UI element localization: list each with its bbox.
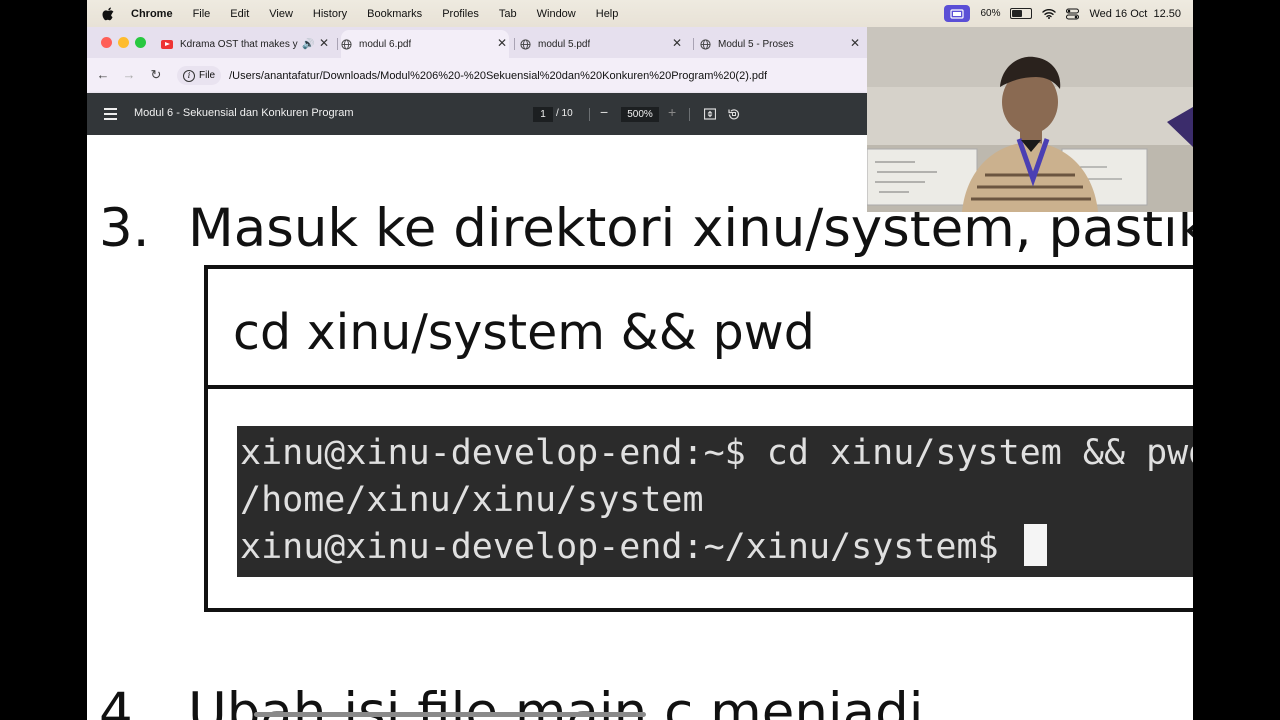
- tab-title: modul 6.pdf: [359, 38, 412, 50]
- youtube-icon: [161, 39, 173, 49]
- reload-icon[interactable]: ↻: [148, 68, 164, 82]
- menubar-clock[interactable]: Wed 16 Oct 12.50: [1089, 8, 1181, 20]
- pdf-toolbar: Modul 6 - Sekuensial dan Konkuren Progra…: [87, 93, 867, 135]
- globe-icon: [520, 38, 531, 50]
- tab-strip: Kdrama OST that makes y 🔊 ✕ modul 6.pdf …: [87, 27, 867, 58]
- tab-divider: [514, 38, 515, 50]
- address-bar[interactable]: i File /Users/anantafatur/Downloads/Modu…: [177, 64, 865, 87]
- tab-kdrama[interactable]: Kdrama OST that makes y 🔊 ✕: [161, 30, 331, 58]
- menu-bookmarks[interactable]: Bookmarks: [367, 8, 422, 20]
- page-total: / 10: [556, 108, 573, 119]
- tab-close-icon[interactable]: ✕: [848, 36, 862, 50]
- menu-tab[interactable]: Tab: [499, 8, 517, 20]
- browser-toolbar: ← → ↻ i File /Users/anantafatur/Download…: [87, 58, 867, 93]
- menu-icon[interactable]: [104, 108, 117, 123]
- command-text: cd xinu/system && pwd: [233, 304, 815, 361]
- globe-icon: [700, 38, 711, 50]
- webcam-video: [867, 27, 1193, 212]
- horizontal-scrollbar[interactable]: [254, 712, 646, 717]
- tab-close-icon[interactable]: ✕: [495, 36, 509, 50]
- pdf-title: Modul 6 - Sekuensial dan Konkuren Progra…: [134, 107, 354, 119]
- tab-close-icon[interactable]: ✕: [317, 36, 331, 50]
- terminal-screenshot: xinu@xinu-develop-end:~$ cd xinu/system …: [237, 426, 1193, 577]
- zoom-in-icon[interactable]: +: [668, 104, 676, 120]
- toolbar-divider: [589, 108, 590, 121]
- battery-icon[interactable]: [1010, 8, 1033, 19]
- menu-bar: Chrome File Edit View History Bookmarks …: [87, 0, 1193, 27]
- zoom-out-icon[interactable]: −: [600, 104, 608, 120]
- window-minimize-button[interactable]: [118, 37, 129, 48]
- terminal-line: /home/xinu/xinu/system: [240, 480, 704, 520]
- globe-icon: [341, 38, 352, 50]
- battery-percent: 60%: [980, 8, 1001, 19]
- info-icon: i: [183, 69, 195, 82]
- terminal-line: xinu@xinu-develop-end:~$ cd xinu/system …: [240, 433, 1193, 473]
- tab-divider: [693, 38, 694, 50]
- zoom-level-input[interactable]: 500%: [621, 107, 659, 122]
- command-box: cd xinu/system && pwd xinu@xinu-develop-…: [204, 265, 1193, 612]
- menu-edit[interactable]: Edit: [230, 8, 249, 20]
- pdf-page[interactable]: 3. Masuk ke direktori xinu/system, pastik…: [87, 135, 1193, 720]
- forward-icon[interactable]: →: [121, 68, 137, 82]
- tab-title: Modul 5 - Proses: [718, 38, 794, 50]
- site-info-chip[interactable]: i File: [177, 66, 222, 85]
- terminal-cursor: [1023, 524, 1047, 566]
- menu-profiles[interactable]: Profiles: [442, 8, 479, 20]
- tab-title: Kdrama OST that makes y: [180, 38, 298, 50]
- terminal-line: xinu@xinu-develop-end:~/xinu/system$: [240, 527, 1020, 567]
- rotate-icon[interactable]: [728, 108, 740, 120]
- screen-mirroring-icon[interactable]: [944, 5, 971, 22]
- menu-help[interactable]: Help: [596, 8, 619, 20]
- step-number: 4.: [99, 682, 150, 720]
- apple-icon[interactable]: [99, 6, 117, 21]
- battery-fill: [1012, 10, 1023, 17]
- menu-history[interactable]: History: [313, 8, 347, 20]
- webcam-frame: [867, 27, 1193, 212]
- tab-close-icon[interactable]: ✕: [670, 36, 684, 50]
- step-number: 3.: [99, 198, 150, 259]
- menu-app-chrome[interactable]: Chrome: [131, 8, 173, 20]
- window-close-button[interactable]: [101, 37, 112, 48]
- tab-modul5-pdf[interactable]: modul 5.pdf ✕: [520, 30, 684, 58]
- back-icon[interactable]: ←: [95, 68, 111, 82]
- menu-window[interactable]: Window: [537, 8, 576, 20]
- fit-to-page-icon[interactable]: [704, 108, 716, 120]
- screen: Chrome File Edit View History Bookmarks …: [87, 0, 1193, 720]
- menu-view[interactable]: View: [269, 8, 293, 20]
- site-info-label: File: [199, 70, 216, 81]
- tab-divider: [337, 38, 338, 50]
- box-divider: [208, 385, 1193, 389]
- tab-title: modul 5.pdf: [538, 38, 591, 50]
- control-center-icon[interactable]: [1066, 8, 1080, 20]
- window-zoom-button[interactable]: [135, 37, 146, 48]
- tab-modul6[interactable]: modul 6.pdf ✕: [341, 30, 509, 58]
- toolbar-divider: [689, 108, 690, 121]
- page-number-input[interactable]: 1: [533, 107, 553, 122]
- audio-playing-icon[interactable]: 🔊: [302, 39, 314, 50]
- menu-file[interactable]: File: [193, 8, 211, 20]
- wifi-icon[interactable]: [1042, 8, 1057, 19]
- tab-modul5-proses[interactable]: Modul 5 - Proses ✕: [700, 30, 862, 58]
- url-text[interactable]: /Users/anantafatur/Downloads/Modul%206%2…: [229, 70, 767, 82]
